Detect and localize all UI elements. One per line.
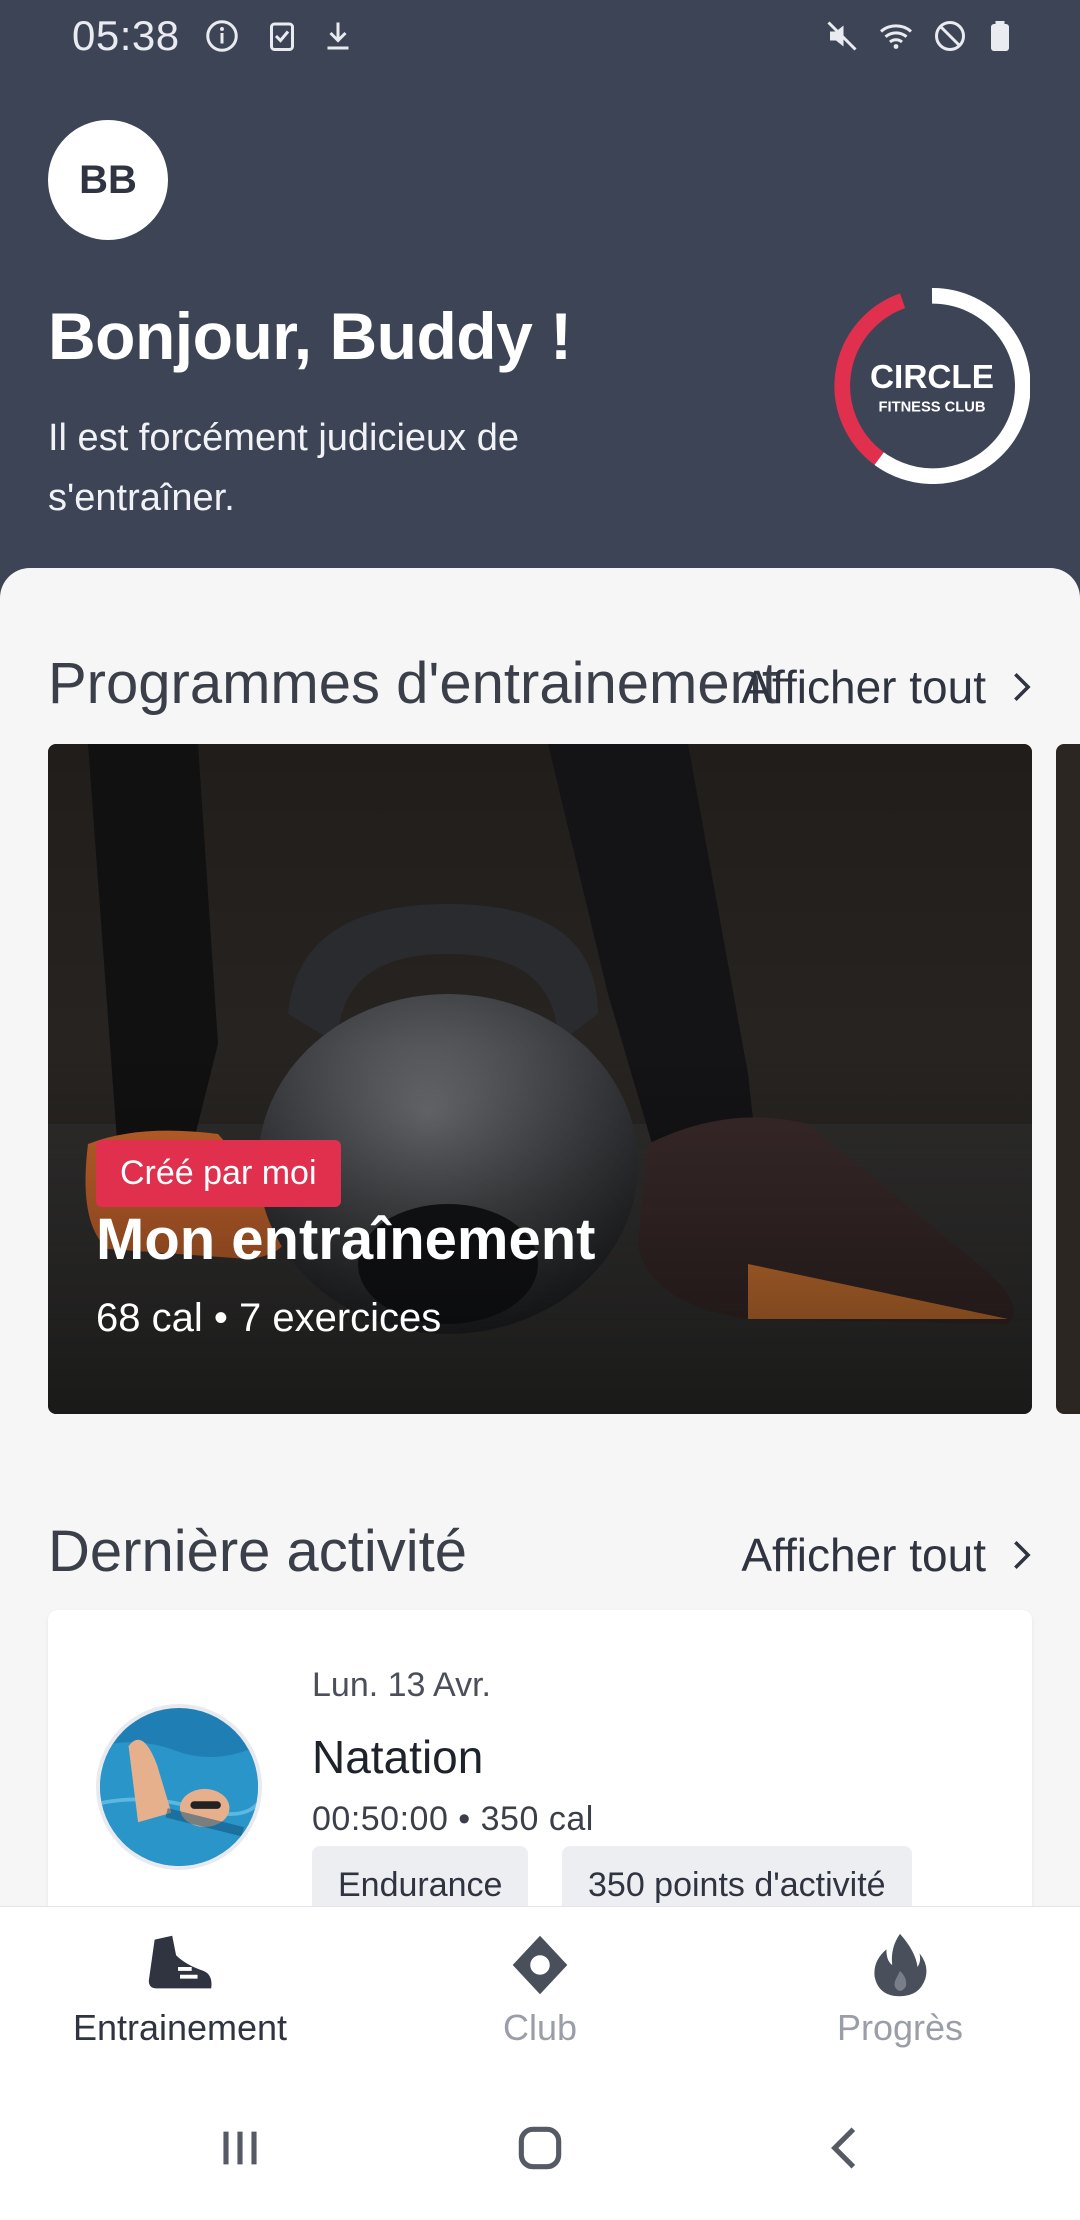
nav-item-progres[interactable]: Progrès bbox=[750, 1931, 1050, 2049]
activity-card[interactable]: Lun. 13 Avr. Natation 00:50:00 • 350 cal… bbox=[48, 1610, 1032, 1908]
mute-icon bbox=[827, 21, 857, 51]
do-not-disturb-icon bbox=[935, 21, 965, 51]
activity-date: Lun. 13 Avr. bbox=[312, 1666, 491, 1704]
logo-text-line2: FITNESS CLUB bbox=[879, 399, 986, 415]
clipboard-check-icon bbox=[270, 22, 294, 51]
logo-text-line1: CIRCLE bbox=[870, 359, 994, 396]
nav-item-entrainement[interactable]: Entrainement bbox=[30, 1931, 330, 2049]
activity-photo bbox=[96, 1704, 262, 1870]
chevron-right-icon bbox=[1014, 672, 1031, 702]
circle-fitness-logo: CIRCLE FITNESS CLUB bbox=[834, 288, 1030, 484]
nav-item-club[interactable]: Club bbox=[390, 1931, 690, 2049]
nav-label-progres: Progrès bbox=[836, 2007, 964, 2048]
info-icon bbox=[206, 20, 238, 52]
activity-tag: Endurance bbox=[312, 1846, 529, 1908]
programs-section-title: Programmes d'entrainement bbox=[48, 651, 778, 716]
location-pin-icon bbox=[512, 1935, 568, 1995]
activity-see-all-label: Afficher tout bbox=[741, 1529, 986, 1581]
sneaker-icon bbox=[148, 1935, 212, 1989]
status-bar: 05:38 bbox=[0, 0, 1080, 72]
greeting-title: Bonjour, Buddy ! bbox=[48, 299, 572, 373]
chevron-right-icon bbox=[1014, 1540, 1031, 1570]
nav-label-entrainement: Entrainement bbox=[72, 2007, 288, 2048]
greeting-subtitle: Il est forcément judicieux de s'entraîne… bbox=[48, 417, 520, 519]
recent-apps-icon[interactable] bbox=[212, 2120, 268, 2176]
programs-see-all-label: Afficher tout bbox=[741, 661, 986, 713]
bottom-navigation: Entrainement Club Progrès bbox=[0, 1906, 1080, 2076]
status-time: 05:38 bbox=[72, 12, 180, 59]
nav-label-club: Club bbox=[502, 2007, 578, 2048]
activity-tag: 350 points d'activité bbox=[562, 1846, 912, 1908]
activity-title: Natation bbox=[312, 1731, 484, 1783]
activity-see-all-button[interactable]: Afficher tout bbox=[741, 1528, 1038, 1582]
main-content[interactable]: Programmes d'entrainement Afficher tout bbox=[0, 568, 1080, 1908]
avatar[interactable]: BB bbox=[48, 120, 168, 240]
greeting-header: BB Bonjour, Buddy ! Il est forcément jud… bbox=[0, 72, 1080, 572]
created-by-me-badge: Créé par moi bbox=[96, 1140, 341, 1207]
program-card[interactable]: Créé par moi Mon entraînement 68 cal • 7… bbox=[48, 744, 1032, 1414]
back-icon[interactable] bbox=[816, 2120, 872, 2176]
activity-meta: 00:50:00 • 350 cal bbox=[312, 1800, 594, 1838]
program-card-title: Mon entraînement bbox=[96, 1207, 596, 1272]
next-program-card[interactable] bbox=[1056, 744, 1080, 1414]
home-icon[interactable] bbox=[512, 2120, 568, 2176]
system-navigation-bar bbox=[0, 2076, 1080, 2220]
avatar-initials: BB bbox=[79, 157, 137, 202]
activity-section-title: Dernière activité bbox=[48, 1519, 468, 1584]
flame-icon bbox=[874, 1933, 927, 1997]
download-icon bbox=[327, 22, 349, 50]
wifi-icon bbox=[879, 24, 913, 49]
program-card-meta: 68 cal • 7 exercices bbox=[96, 1296, 442, 1340]
battery-icon bbox=[991, 21, 1009, 51]
programs-see-all-button[interactable]: Afficher tout bbox=[741, 660, 1038, 714]
